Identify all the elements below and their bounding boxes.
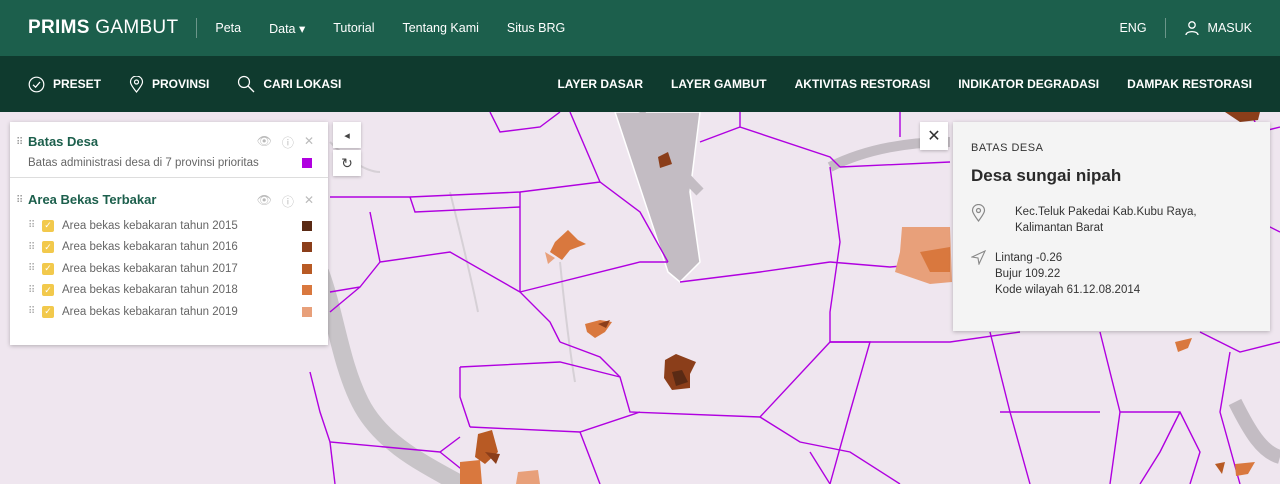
legend-item-label: Area bekas kebakaran tahun 2016 — [62, 241, 238, 254]
login-button[interactable]: MASUK — [1184, 20, 1252, 36]
toolbar-right: LAYER DASAR LAYER GAMBUT AKTIVITAS RESTO… — [557, 77, 1252, 91]
drag-handle-icon[interactable]: ⠿ — [16, 195, 23, 206]
toolbar-left: PRESET PROVINSI CARI LOKASI — [28, 75, 341, 93]
indikator-degradasi-menu[interactable]: INDIKATOR DEGRADASI — [958, 77, 1099, 91]
visibility-eye-icon[interactable]: 👁 — [257, 134, 272, 151]
legend-description: Batas administrasi desa di 7 provinsi pr… — [28, 157, 259, 169]
close-icon: ✕ — [927, 128, 941, 145]
top-navbar: PRIMS GAMBUT Peta Data ▾ Tutorial Tentan… — [0, 0, 1280, 56]
layer-toolbar: PRESET PROVINSI CARI LOKASI LAYER DASAR … — [0, 56, 1280, 112]
nav-situs-brg[interactable]: Situs BRG — [507, 21, 565, 35]
divider — [196, 18, 198, 38]
logo-light-text: GAMBUT — [95, 17, 179, 38]
popup-address-row: Kec.Teluk Pakedai Kab.Kubu Raya, Kaliman… — [971, 203, 1252, 236]
legend-tools: 👁 ⓘ ✕ — [257, 193, 314, 210]
legend-item: ⠿ ✓ Area bekas kebakaran tahun 2019 — [28, 301, 312, 323]
popup-kode-wilayah: Kode wilayah 61.12.08.2014 — [995, 284, 1141, 296]
preset-label: PRESET — [53, 77, 102, 91]
color-swatch — [302, 306, 312, 317]
provinsi-button[interactable]: PROVINSI — [129, 75, 210, 93]
layer-checkbox[interactable]: ✓ — [42, 284, 54, 297]
drag-handle-icon[interactable]: ⠿ — [28, 306, 42, 317]
cari-lokasi-button[interactable]: CARI LOKASI — [237, 75, 341, 93]
dampak-restorasi-menu[interactable]: DAMPAK RESTORASI — [1127, 77, 1252, 91]
color-swatch — [302, 285, 312, 296]
layer-legend-panel: ⠿ Batas Desa 👁 ⓘ ✕ Batas administrasi de… — [10, 122, 328, 345]
preset-button[interactable]: PRESET — [28, 76, 101, 93]
search-icon — [238, 75, 255, 93]
top-nav: Peta Data ▾ Tutorial Tentang Kami Situs … — [215, 21, 565, 36]
visibility-eye-icon[interactable]: 👁 — [257, 193, 272, 210]
layer-checkbox[interactable]: ✓ — [42, 241, 54, 254]
legend-item-label: Area bekas kebakaran tahun 2015 — [62, 219, 238, 232]
info-icon[interactable]: ⓘ — [282, 193, 294, 210]
color-swatch — [302, 263, 312, 274]
logo-bold-text: PRIMS — [28, 17, 90, 38]
drag-handle-icon[interactable]: ⠿ — [16, 137, 23, 148]
legend-description-row: Batas administrasi desa di 7 provinsi pr… — [28, 157, 312, 169]
legend-item: ⠿ ✓ Area bekas kebakaran tahun 2016 — [28, 237, 312, 259]
provinsi-label: PROVINSI — [152, 77, 210, 91]
popup-coordinates-row: Lintang -0.26 Bujur 109.22 Kode wilayah … — [970, 249, 1252, 298]
aktivitas-restorasi-menu[interactable]: AKTIVITAS RESTORASI — [795, 77, 931, 91]
nav-tentang-kami[interactable]: Tentang Kami — [402, 21, 478, 35]
app-logo[interactable]: PRIMS GAMBUT — [28, 17, 178, 39]
drag-handle-icon[interactable]: ⠿ — [28, 285, 42, 296]
collapse-legend-button[interactable]: ◂ — [333, 122, 361, 148]
legend-item-label: Area bekas kebakaran tahun 2017 — [62, 262, 238, 275]
legend-item: ⠿ ✓ Area bekas kebakaran tahun 2015 — [28, 215, 312, 237]
legend-item: ⠿ ✓ Area bekas kebakaran tahun 2018 — [28, 280, 312, 302]
refresh-button[interactable]: ↻ — [333, 150, 361, 176]
check-circle-icon — [28, 76, 45, 92]
legend-batas-desa: ⠿ Batas Desa 👁 ⓘ ✕ Batas administrasi de… — [10, 122, 328, 177]
nav-data-dropdown[interactable]: Data ▾ — [269, 21, 305, 36]
popup-lintang: Lintang -0.26 — [995, 252, 1063, 264]
info-icon[interactable]: ⓘ — [282, 134, 294, 151]
popup-layer-name: BATAS DESA — [971, 142, 1044, 154]
close-popup-button[interactable]: ✕ — [920, 122, 948, 150]
language-switch[interactable]: ENG — [1119, 21, 1146, 35]
layer-gambut-menu[interactable]: LAYER GAMBUT — [671, 77, 767, 91]
navigation-arrow-icon — [970, 249, 995, 298]
color-swatch — [302, 158, 312, 168]
nav-peta[interactable]: Peta — [215, 21, 241, 35]
layer-dasar-menu[interactable]: LAYER DASAR — [557, 77, 643, 91]
popup-bujur: Bujur 109.22 — [995, 268, 1061, 280]
drag-handle-icon[interactable]: ⠿ — [28, 263, 42, 274]
layer-checkbox[interactable]: ✓ — [42, 262, 54, 275]
legend-area-bekas-terbakar: ⠿ Area Bekas Terbakar 👁 ⓘ ✕ ⠿ ✓ Area bek… — [10, 177, 328, 331]
close-icon[interactable]: ✕ — [304, 193, 314, 210]
layer-checkbox[interactable]: ✓ — [42, 305, 54, 318]
user-icon — [1184, 21, 1199, 36]
layer-checkbox[interactable]: ✓ — [42, 219, 54, 232]
nav-tutorial[interactable]: Tutorial — [333, 21, 374, 35]
top-right-actions: ENG MASUK — [1119, 18, 1252, 38]
color-swatch — [302, 242, 312, 253]
divider — [1164, 18, 1166, 38]
legend-item-label: Area bekas kebakaran tahun 2019 — [62, 305, 238, 318]
feature-info-popup: BATAS DESA Desa sungai nipah Kec.Teluk P… — [953, 122, 1270, 331]
drag-handle-icon[interactable]: ⠿ — [28, 242, 42, 253]
legend-tools: 👁 ⓘ ✕ — [257, 134, 314, 151]
popup-coordinates: Lintang -0.26 Bujur 109.22 Kode wilayah … — [995, 250, 1140, 298]
login-label: MASUK — [1207, 21, 1252, 35]
close-icon[interactable]: ✕ — [304, 134, 314, 151]
popup-address: Kec.Teluk Pakedai Kab.Kubu Raya, Kaliman… — [1015, 206, 1197, 234]
popup-title: Desa sungai nipah — [971, 166, 1122, 185]
drag-handle-icon[interactable]: ⠿ — [28, 220, 42, 231]
location-pin-icon — [971, 203, 995, 236]
cari-lokasi-label: CARI LOKASI — [263, 77, 342, 91]
color-swatch — [302, 220, 312, 231]
legend-item-label: Area bekas kebakaran tahun 2018 — [62, 284, 238, 297]
legend-item: ⠿ ✓ Area bekas kebakaran tahun 2017 — [28, 258, 312, 280]
map-pin-icon — [129, 75, 144, 93]
